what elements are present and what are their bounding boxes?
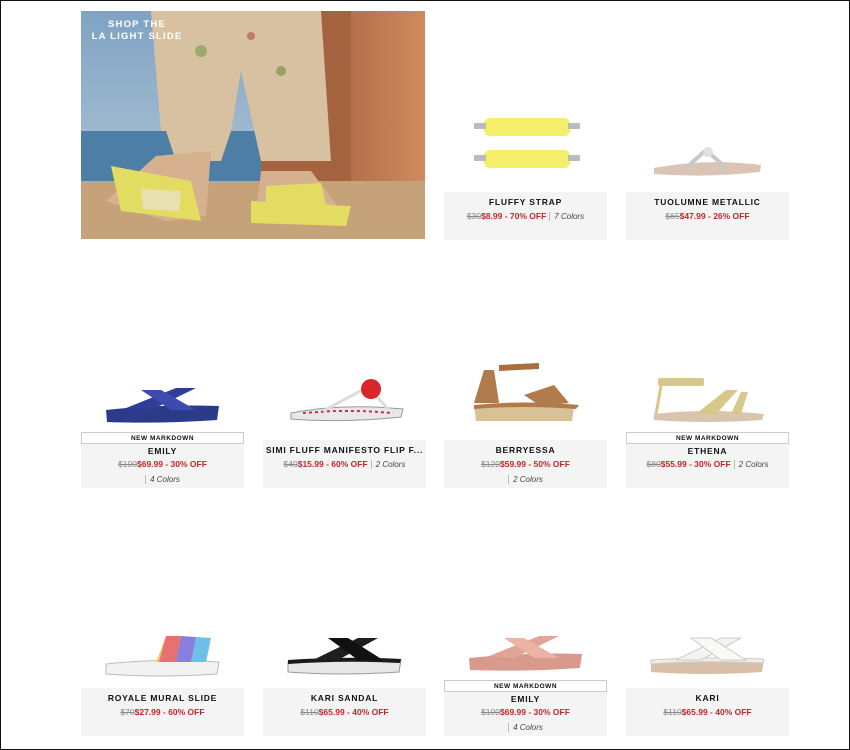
promo-heading-line2: LA LIGHT SLIDE [91,31,183,42]
price-separator: - [162,459,171,469]
new-markdown-badge: NEW MARKDOWN [626,432,789,444]
product-info: BERRYESSA $120$59.99 - 50% OFF 2 Colors [444,440,607,488]
product-name[interactable]: EMILY [81,446,244,456]
product-image[interactable] [263,632,426,677]
product-name[interactable]: TUOLUMNE METALLIC [626,197,789,207]
product-info: NEW MARKDOWN EMILY $100$69.99 - 30% OFF … [444,680,607,736]
sale-price: $69.99 [136,459,163,469]
price-separator: - [502,211,510,221]
product-image[interactable] [626,632,789,677]
product-card[interactable]: FLUFFY STRAP $30$8.99 - 70% OFF 7 Colors [444,60,607,240]
promo-image [81,11,425,239]
original-price: $100 [481,707,500,717]
product-image[interactable] [444,355,607,430]
product-card[interactable]: SIMI FLUFF MANIFESTO FLIP F... $40$15.99… [263,355,426,488]
sale-price: $69.99 [499,707,526,717]
product-price: $100$69.99 - 30% OFF [444,707,607,717]
product-info: FLUFFY STRAP $30$8.99 - 70% OFF 7 Colors [444,192,607,240]
original-price: $110 [300,707,319,717]
discount: 60% OFF [331,459,368,469]
product-price: $70$27.99 - 60% OFF [81,707,244,717]
product-price: $120$59.99 - 50% OFF [444,459,607,469]
promo-heading-line1: SHOP THE [108,19,166,30]
product-image[interactable] [81,380,244,425]
discount: 30% OFF [533,707,570,717]
promo-heading: SHOP THE LA LIGHT SLIDE [89,19,185,43]
sale-price: $59.99 [499,459,526,469]
product-card[interactable]: KARI SANDAL $110$65.99 - 40% OFF [263,610,426,736]
product-name[interactable]: ETHENA [626,446,789,456]
discount: 60% OFF [168,707,205,717]
original-price: $65 [665,211,680,221]
product-image[interactable] [263,375,426,425]
product-image[interactable] [444,630,607,675]
original-price: $100 [118,459,137,469]
color-count[interactable]: 4 Colors [145,475,180,484]
product-info: ROYALE MURAL SLIDE $70$27.99 - 60% OFF [81,688,244,736]
discount: 50% OFF [533,459,570,469]
product-price: $40$15.99 - 60% OFF 2 Colors [263,459,426,469]
color-count[interactable]: 2 Colors [733,460,769,469]
product-price: $65$47.99 - 26% OFF [626,211,789,221]
product-image[interactable] [444,110,607,180]
sale-price: $65.99 [318,707,345,717]
product-info: NEW MARKDOWN ETHENA $80$55.99 - 30% OFF 2… [626,432,789,488]
product-name[interactable]: ROYALE MURAL SLIDE [81,693,244,703]
original-price: $40 [283,459,298,469]
sale-price: $55.99 [660,459,687,469]
product-card[interactable]: NEW MARKDOWN ETHENA $80$55.99 - 30% OFF 2… [626,355,789,488]
product-name[interactable]: KARI [626,693,789,703]
price-separator: - [525,459,534,469]
color-count[interactable]: 2 Colors [370,460,406,469]
product-image[interactable] [626,140,789,180]
original-price: $70 [120,707,135,717]
original-price: $80 [646,459,661,469]
product-card[interactable]: NEW MARKDOWN EMILY $100$69.99 - 30% OFF … [81,355,244,488]
product-price: $80$55.99 - 30% OFF 2 Colors [626,459,789,469]
product-name[interactable]: KARI SANDAL [263,693,426,703]
product-info: KARI $110$65.99 - 40% OFF [626,688,789,736]
product-price: $110$65.99 - 40% OFF [626,707,789,717]
discount: 30% OFF [694,459,731,469]
product-name[interactable]: FLUFFY STRAP [444,197,607,207]
color-count[interactable]: 4 Colors [508,723,543,732]
original-price: $30 [466,211,482,221]
product-info: NEW MARKDOWN EMILY $100$69.99 - 30% OFF … [81,432,244,488]
color-count[interactable]: 2 Colors [508,475,543,484]
sale-price: $47.99 [679,211,706,221]
color-count[interactable]: 7 Colors [549,212,585,221]
product-price: $110$65.99 - 40% OFF [263,707,426,717]
product-card[interactable]: KARI $110$65.99 - 40% OFF [626,610,789,736]
product-price: $100$69.99 - 30% OFF [81,459,244,469]
product-card[interactable]: NEW MARKDOWN EMILY $100$69.99 - 30% OFF … [444,610,607,736]
product-card[interactable]: TUOLUMNE METALLIC $65$47.99 - 26% OFF [626,60,789,240]
product-card[interactable]: BERRYESSA $120$59.99 - 50% OFF 2 Colors [444,355,607,488]
discount: 40% OFF [352,707,389,717]
product-name[interactable]: BERRYESSA [444,445,607,455]
original-price: $120 [481,459,500,469]
product-price: $30$8.99 - 70% OFF 7 Colors [444,211,607,221]
product-name[interactable]: EMILY [444,694,607,704]
sale-price: $15.99 [297,459,324,469]
discount: 70% OFF [509,211,547,221]
product-image[interactable] [626,370,789,425]
discount: 30% OFF [170,459,207,469]
product-info: TUOLUMNE METALLIC $65$47.99 - 26% OFF [626,192,789,240]
discount: 40% OFF [715,707,752,717]
new-markdown-badge: NEW MARKDOWN [444,680,607,692]
product-image[interactable] [81,628,244,678]
sale-price: $8.99 [481,211,503,221]
original-price: $110 [663,707,682,717]
product-name[interactable]: SIMI FLUFF MANIFESTO FLIP F... [263,445,426,455]
promo-banner-la-light-slide[interactable]: SHOP THE LA LIGHT SLIDE [81,11,425,239]
sale-price: $27.99 [134,707,161,717]
discount: 26% OFF [713,211,750,221]
product-info: SIMI FLUFF MANIFESTO FLIP F... $40$15.99… [263,440,426,488]
sale-price: $65.99 [681,707,708,717]
price-separator: - [525,707,534,717]
product-card[interactable]: ROYALE MURAL SLIDE $70$27.99 - 60% OFF [81,610,244,736]
product-info: KARI SANDAL $110$65.99 - 40% OFF [263,688,426,736]
new-markdown-badge: NEW MARKDOWN [81,432,244,444]
